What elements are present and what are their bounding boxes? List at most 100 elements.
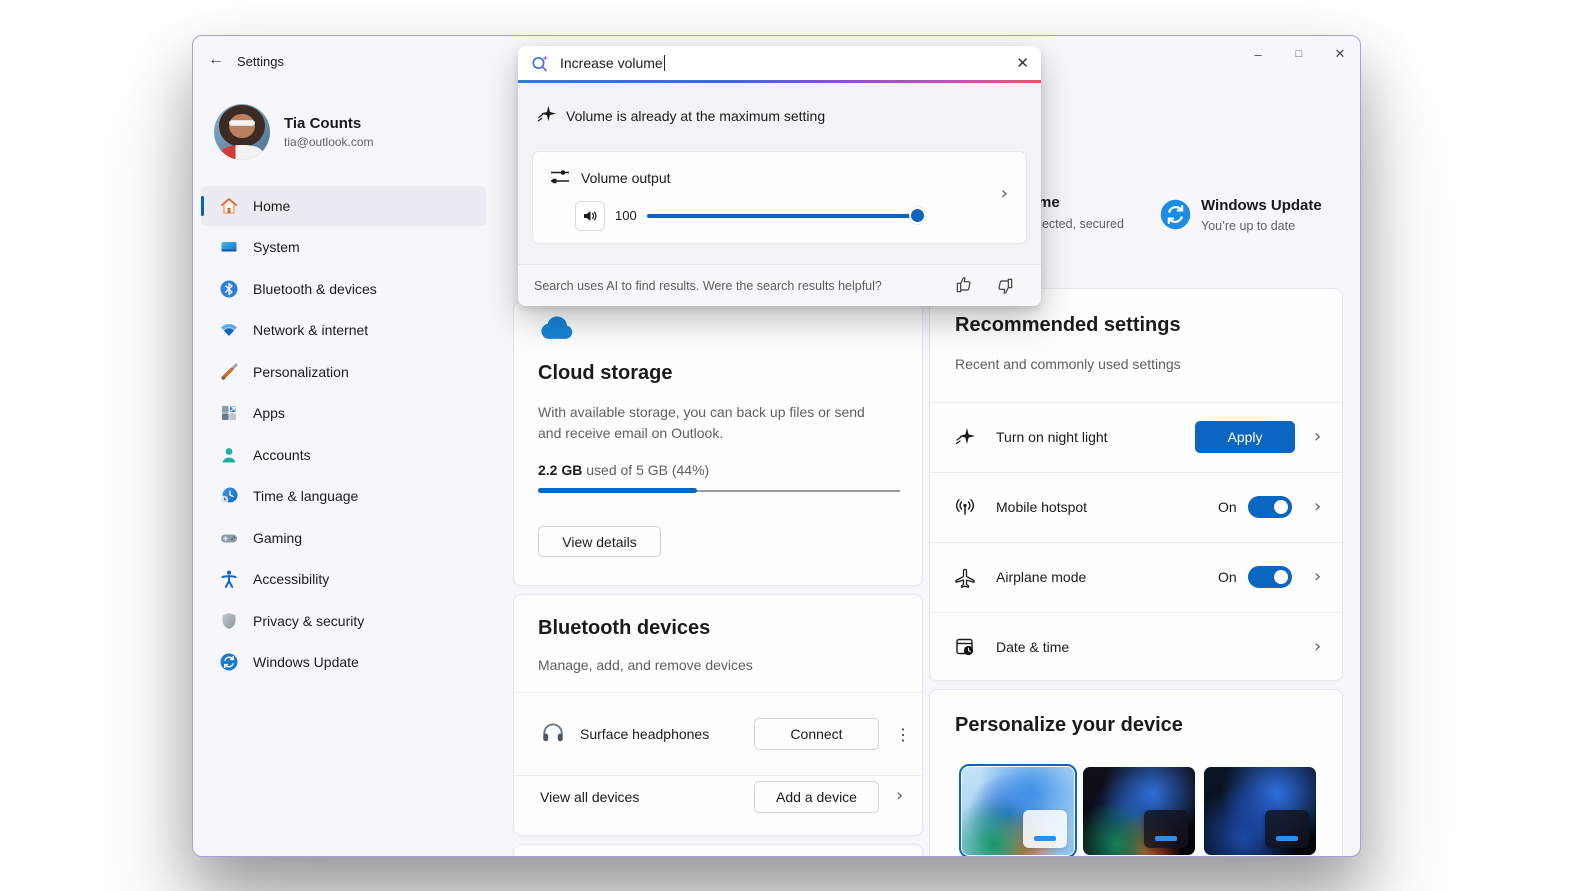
window-title: Settings xyxy=(237,54,284,69)
ai-search-icon xyxy=(530,53,550,73)
update-icon xyxy=(219,652,239,672)
row-label: Mobile hotspot xyxy=(996,499,1087,515)
back-button[interactable]: ← xyxy=(208,52,224,68)
row-label: Airplane mode xyxy=(996,569,1086,585)
mobile-hotspot-toggle[interactable] xyxy=(1248,496,1292,518)
sidebar-item-label: Network & internet xyxy=(253,322,368,338)
wifi-icon xyxy=(219,320,239,340)
screenshot-stage: ← Settings – □ ✕ Tia Counts tia@outlook.… xyxy=(0,0,1584,891)
volume-slider-thumb[interactable] xyxy=(909,207,926,224)
airplane-icon xyxy=(953,566,977,590)
add-device-button[interactable]: Add a device xyxy=(754,781,879,813)
mobile-hotspot-row[interactable]: Mobile hotspot On › xyxy=(930,472,1342,542)
close-button[interactable]: ✕ xyxy=(1325,42,1355,66)
sidebar-item-home[interactable]: Home xyxy=(201,186,486,226)
sidebar-item-label: Time & language xyxy=(253,488,358,504)
settings-window: ← Settings – □ ✕ Tia Counts tia@outlook.… xyxy=(192,35,1361,857)
cloud-progress-fill xyxy=(538,488,697,493)
system-icon xyxy=(219,237,239,257)
chevron-right-icon: › xyxy=(1314,568,1321,586)
partial-card xyxy=(513,844,923,857)
bluetooth-devices-card: Bluetooth devices Manage, add, and remov… xyxy=(513,594,923,836)
sidebar-item-label: Privacy & security xyxy=(253,613,364,629)
date-time-row[interactable]: Date & time › xyxy=(930,612,1342,681)
minimize-button[interactable]: – xyxy=(1243,42,1273,66)
volume-output-card[interactable]: Volume output › 100 xyxy=(532,151,1027,244)
thumbs-down-icon[interactable] xyxy=(995,276,1015,296)
cloud-storage-card: Cloud storage With available storage, yo… xyxy=(513,301,923,586)
theme-preview-window xyxy=(1265,810,1309,848)
sidebar-item-label: Windows Update xyxy=(253,654,359,670)
headphones-icon xyxy=(540,719,566,745)
sidebar-item-apps[interactable]: Apps xyxy=(201,393,486,433)
sidebar-item-windows-update[interactable]: Windows Update xyxy=(201,642,486,682)
row-label: Turn on night light xyxy=(996,429,1108,445)
chevron-right-icon[interactable]: › xyxy=(896,787,903,805)
sidebar-item-label: Personalization xyxy=(253,364,349,380)
search-input[interactable]: Increase volume ✕ xyxy=(518,46,1041,80)
row-label: Date & time xyxy=(996,639,1069,655)
gamepad-icon xyxy=(219,528,239,548)
sidebar-item-time-language[interactable]: Time & language xyxy=(201,476,486,516)
calendar-clock-icon xyxy=(953,635,977,659)
sidebar-item-network[interactable]: Network & internet xyxy=(201,310,486,350)
search-results-panel: Volume is already at the maximum setting… xyxy=(518,83,1041,264)
cloud-icon xyxy=(538,314,576,342)
text-caret xyxy=(664,55,665,71)
sidebar-item-system[interactable]: System xyxy=(201,227,486,267)
cloud-usage: 2.2 GB used of 5 GB (44%) xyxy=(538,462,709,478)
airplane-mode-toggle[interactable] xyxy=(1248,566,1292,588)
selected-indicator xyxy=(201,196,204,216)
windows-update-status-title: Windows Update xyxy=(1201,197,1322,214)
sidebar-item-label: System xyxy=(253,239,300,255)
maximize-button[interactable]: □ xyxy=(1284,42,1314,66)
toggle-state-label: On xyxy=(1218,569,1237,585)
cloud-title: Cloud storage xyxy=(538,362,672,385)
view-details-button[interactable]: View details xyxy=(538,526,661,557)
mixer-icon xyxy=(549,166,571,188)
bluetooth-title: Bluetooth devices xyxy=(538,617,710,640)
cloud-usage-rest: used of 5 GB (44%) xyxy=(582,462,709,478)
more-options-icon[interactable]: ⋮ xyxy=(895,725,911,745)
paintbrush-icon xyxy=(219,362,239,382)
sidebar-item-accounts[interactable]: Accounts xyxy=(201,435,486,475)
sidebar-item-personalization[interactable]: Personalization xyxy=(201,352,486,392)
search-footer: Search uses AI to find results. Were the… xyxy=(518,264,1041,306)
bluetooth-icon xyxy=(219,279,239,299)
recommended-title: Recommended settings xyxy=(955,314,1181,337)
network-state-partial: nected, secured xyxy=(1035,217,1124,231)
avatar xyxy=(214,104,270,160)
network-name-partial: me xyxy=(1038,194,1060,211)
sidebar-item-privacy[interactable]: Privacy & security xyxy=(201,601,486,641)
theme-preview-window xyxy=(1144,810,1188,848)
sidebar-item-bluetooth[interactable]: Bluetooth & devices xyxy=(201,269,486,309)
connect-button[interactable]: Connect xyxy=(754,718,879,750)
theme-thumbnail-light[interactable] xyxy=(962,767,1074,855)
clear-search-icon[interactable]: ✕ xyxy=(1016,54,1029,72)
speaker-button[interactable] xyxy=(575,201,605,231)
theme-thumbnail-dark[interactable] xyxy=(1083,767,1195,855)
device-name: Surface headphones xyxy=(580,726,709,742)
bluetooth-subtitle: Manage, add, and remove devices xyxy=(538,657,753,673)
personalize-title: Personalize your device xyxy=(955,714,1183,737)
theme-thumbnail-blue[interactable] xyxy=(1204,767,1316,855)
sidebar-item-accessibility[interactable]: Accessibility xyxy=(201,559,486,599)
sidebar-item-gaming[interactable]: Gaming xyxy=(201,518,486,558)
thumbs-up-icon[interactable] xyxy=(954,275,974,295)
airplane-mode-row[interactable]: Airplane mode On › xyxy=(930,542,1342,612)
cloud-progress-bar xyxy=(538,488,900,493)
sparkle-icon xyxy=(954,426,976,448)
apps-icon xyxy=(219,403,239,423)
personalize-card: Personalize your device xyxy=(929,689,1343,857)
view-all-devices-link[interactable]: View all devices xyxy=(540,789,639,805)
night-light-row[interactable]: Turn on night light Apply › xyxy=(930,402,1342,472)
sidebar-item-label: Apps xyxy=(253,405,285,421)
windows-update-status-subtitle: You’re up to date xyxy=(1201,219,1295,233)
hotspot-icon xyxy=(953,495,977,519)
clock-globe-icon xyxy=(219,486,239,506)
chevron-right-icon[interactable]: › xyxy=(1001,185,1008,203)
user-name: Tia Counts xyxy=(284,115,361,132)
cloud-description: With available storage, you can back up … xyxy=(538,402,888,444)
apply-button[interactable]: Apply xyxy=(1195,421,1295,453)
volume-slider[interactable] xyxy=(647,214,918,218)
